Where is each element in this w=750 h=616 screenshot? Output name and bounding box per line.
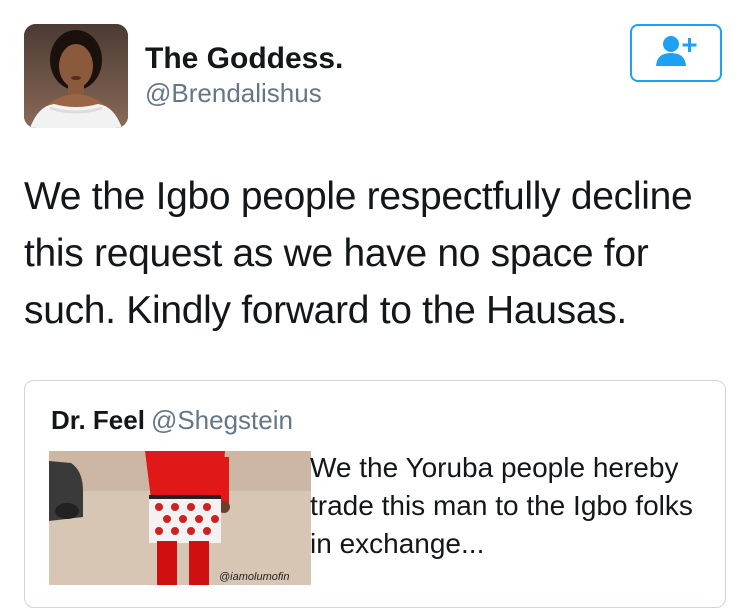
- follow-button[interactable]: [630, 24, 722, 82]
- quoted-tweet-image[interactable]: @iamolumofin: [49, 451, 311, 585]
- quoted-tweet-text: We the Yoruba people hereby trade this m…: [310, 452, 693, 559]
- quoted-author-name: Dr. Feel: [51, 405, 145, 435]
- author-display-name[interactable]: The Goddess.: [145, 42, 343, 76]
- add-user-icon: [654, 34, 698, 73]
- quoted-tweet-header: Dr. Feel @Shegstein: [51, 405, 293, 436]
- quoted-author-handle: @Shegstein: [150, 405, 293, 435]
- image-watermark: @iamolumofin: [219, 571, 290, 583]
- tweet: The Goddess. @Brendalishus We the Igbo p…: [0, 0, 750, 616]
- author-handle[interactable]: @Brendalishus: [145, 78, 322, 109]
- author-avatar[interactable]: [24, 24, 128, 128]
- tweet-text: We the Igbo people respectfully decline …: [24, 175, 693, 332]
- quoted-tweet-card[interactable]: Dr. Feel @Shegstein @iamolumofin We the …: [24, 380, 726, 608]
